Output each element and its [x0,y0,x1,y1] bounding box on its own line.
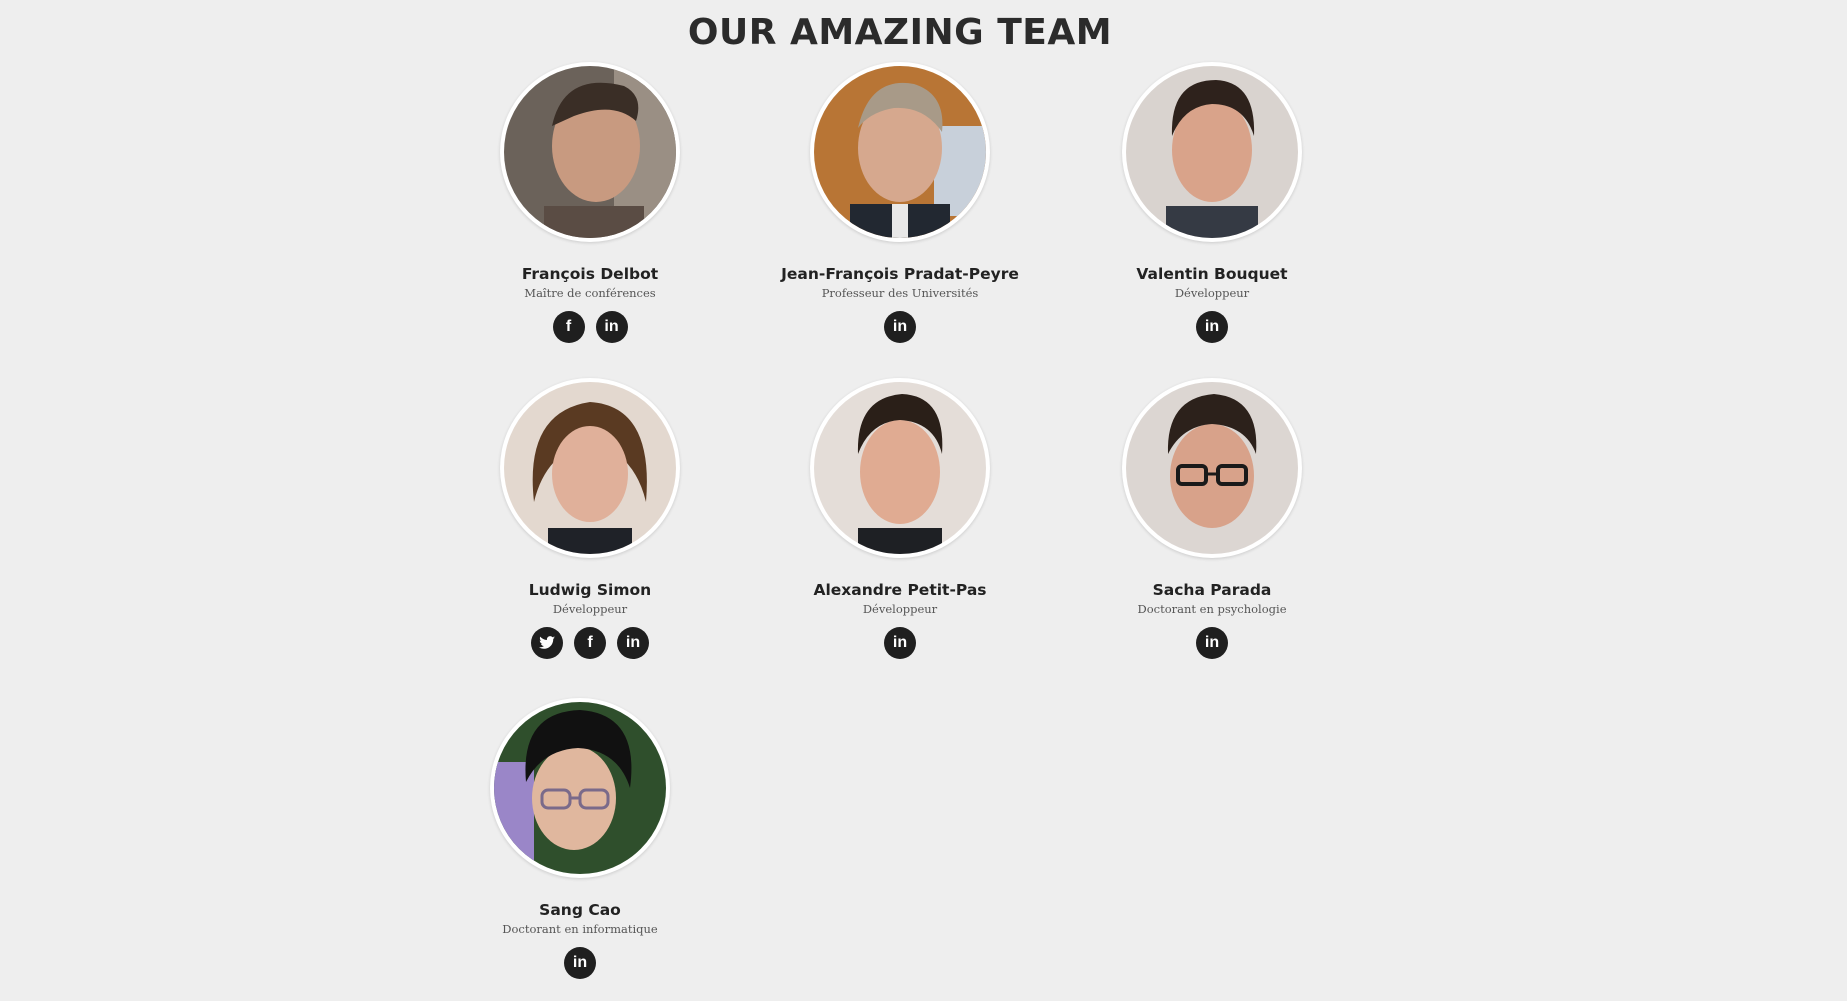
avatar [810,378,990,558]
member-name: Alexandre Petit-Pas [813,581,987,599]
team-member-card: Valentin Bouquet Développeur in [1062,62,1362,343]
page-title: OUR AMAZING TEAM [687,12,1113,53]
member-role: Doctorant en informatique [502,922,658,936]
member-name: Ludwig Simon [528,581,652,599]
team-member-card: Sang Cao Doctorant en informatique in [430,698,730,979]
member-role: Développeur [1174,286,1250,300]
twitter-icon[interactable] [531,627,563,659]
member-name: François Delbot [521,265,659,283]
linkedin-icon[interactable]: in [617,627,649,659]
member-name: Sacha Parada [1152,581,1272,599]
linkedin-icon[interactable]: in [564,947,596,979]
member-role: Développeur [552,602,628,616]
linkedin-icon[interactable]: in [595,311,628,343]
member-role: Maître de conférences [524,286,656,300]
team-member-card: Jean-François Pradat-Peyre Professeur de… [750,62,1050,343]
linkedin-icon[interactable]: in [1196,627,1228,659]
avatar [1122,62,1302,242]
facebook-icon[interactable]: f [552,311,585,343]
social-links: in [1062,627,1362,659]
social-links: in [750,627,1050,659]
social-links: f in [440,311,740,343]
linkedin-icon[interactable]: in [884,627,916,659]
facebook-icon[interactable]: f [574,627,606,659]
avatar [500,62,680,242]
member-role: Doctorant en psychologie [1137,602,1287,616]
team-member-card: Sacha Parada Doctorant en psychologie in [1062,378,1362,659]
member-name: Valentin Bouquet [1136,265,1288,283]
social-links: in [750,311,1050,343]
twitter-bird-glyph [539,636,555,649]
member-name: Sang Cao [539,901,621,919]
team-member-card: Alexandre Petit-Pas Développeur in [750,378,1050,659]
member-name: Jean-François Pradat-Peyre [781,265,1019,283]
team-member-card: François Delbot Maître de conférences f … [440,62,740,343]
linkedin-icon[interactable]: in [1196,311,1228,343]
social-links: in [1062,311,1362,343]
social-links: f in [440,627,740,659]
member-role: Développeur [862,602,938,616]
team-member-card: Ludwig Simon Développeur f in [440,378,740,659]
avatar [490,698,670,878]
avatar [810,62,990,242]
avatar [1122,378,1302,558]
member-role: Professeur des Universités [821,286,979,300]
social-links: in [430,947,730,979]
linkedin-icon[interactable]: in [884,311,916,343]
avatar [500,378,680,558]
